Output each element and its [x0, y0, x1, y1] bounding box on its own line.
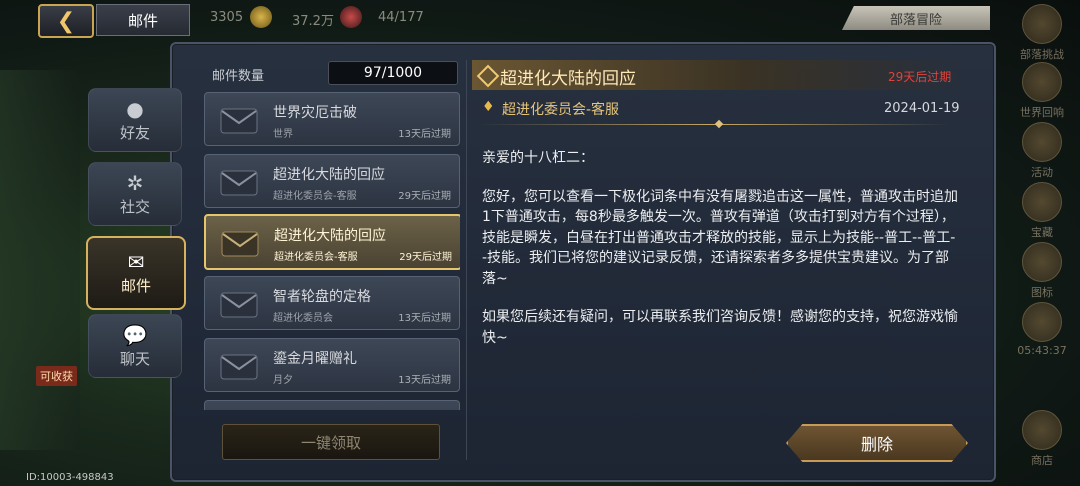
sidebar-item-timer[interactable]: 05:43:37: [1014, 302, 1070, 357]
sidebar-item-event[interactable]: 活动: [1014, 122, 1070, 180]
mail-item[interactable]: 超进化大陆的回应 超进化委员会-客服 29天后过期: [204, 154, 460, 208]
tab-chat[interactable]: 💬 聊天: [88, 314, 182, 378]
flower-icon: [340, 6, 362, 28]
page-title: 邮件: [96, 4, 190, 36]
resource-value-2: 37.2万: [292, 14, 334, 29]
mail-icon: ✉: [127, 249, 145, 274]
clock-icon: [1022, 302, 1062, 342]
chat-icon: 💬: [122, 322, 148, 347]
mail-item-selected[interactable]: 超进化大陆的回应 超进化委员会-客服 29天后过期: [204, 214, 460, 270]
mail-detail-date: 2024-01-19: [884, 101, 960, 116]
mail-count-label: 邮件数量: [212, 69, 265, 84]
social-icon: ✲: [126, 170, 144, 195]
envelope-icon: [220, 108, 258, 134]
mail-item[interactable]: 鎏金月曜赠礼 月夕 13天后过期: [204, 338, 460, 392]
sidebar-item-world-echo[interactable]: 世界回响: [1014, 62, 1070, 120]
harvest-badge[interactable]: 可收获: [36, 366, 77, 386]
tribe-adventure-button[interactable]: 部落冒险: [842, 6, 990, 30]
badge-icon: [1022, 242, 1062, 282]
mail-paragraph-1: 您好，您可以查看一下极化词条中有没有屠戮追击这一属性，普通攻击时追加1下普通攻击…: [482, 188, 958, 287]
left-background-panel: [0, 70, 80, 450]
collect-all-button[interactable]: 一键领取: [222, 424, 440, 460]
mail-count-value: 97/1000: [328, 61, 458, 85]
mail-list[interactable]: 世界灾厄击破 世界 13天后过期 超进化大陆的回应 超进化委员会-客服 29天后…: [204, 92, 460, 410]
mail-detail-expiry: 29天后过期: [888, 70, 952, 84]
sidebar-item-treasure[interactable]: 宝藏: [1014, 182, 1070, 240]
shop-icon: [1022, 410, 1062, 450]
sidebar-item-shop[interactable]: 商店: [1014, 410, 1070, 468]
mail-body: 亲爱的十八杠二： 您好，您可以查看一下极化词条中有没有屠戮追击这一属性，普通攻击…: [482, 148, 958, 366]
tab-friends[interactable]: ● 好友: [88, 88, 182, 152]
mail-paragraph-2: 如果您后续还有疑问，可以再联系我们咨询反馈！感谢您的支持，祝您游戏愉快~: [482, 309, 958, 346]
mail-greeting: 亲爱的十八杠二：: [482, 150, 594, 166]
mail-item[interactable]: 智者轮盘的定格 超进化委员会 13天后过期: [204, 276, 460, 330]
envelope-icon: [220, 354, 258, 380]
sidebar-item-tribe-challenge[interactable]: 部落挑战: [1014, 4, 1070, 62]
gold-icon: [250, 6, 272, 28]
envelope-icon: [220, 170, 258, 196]
mail-detail-title: 超进化大陆的回应: [500, 69, 636, 89]
sidebar-item-icon[interactable]: 图标: [1014, 242, 1070, 300]
pin-icon: ♦: [482, 99, 495, 115]
top-bar: ❮ 邮件 3305 37.2万 44/177 部落冒险: [0, 0, 1080, 38]
back-arrow-icon: ❮: [56, 8, 76, 34]
right-sidebar: 部落挑战 世界回响 活动 宝藏 图标 05:43:37 商店: [1002, 0, 1080, 486]
player-id: ID:10003-498843: [26, 472, 114, 483]
mail-detail-sender: 超进化委员会-客服: [502, 102, 620, 118]
delete-button[interactable]: 删除: [786, 424, 968, 462]
resource-value-3: 44/177: [378, 10, 424, 25]
back-button[interactable]: ❮: [38, 4, 94, 38]
treasure-icon: [1022, 182, 1062, 222]
mail-item-partial[interactable]: [204, 400, 460, 410]
mail-item[interactable]: 世界灾厄击破 世界 13天后过期: [204, 92, 460, 146]
envelope-icon: [221, 231, 259, 257]
tab-mail[interactable]: ✉ 邮件: [86, 236, 186, 310]
resource-value-1: 3305: [210, 10, 244, 25]
world-icon: [1022, 62, 1062, 102]
tab-social[interactable]: ✲ 社交: [88, 162, 182, 226]
person-icon: ●: [126, 96, 144, 121]
event-icon: [1022, 122, 1062, 162]
envelope-icon: [220, 292, 258, 318]
column-divider: [466, 60, 467, 460]
tribe-icon: [1022, 4, 1062, 44]
